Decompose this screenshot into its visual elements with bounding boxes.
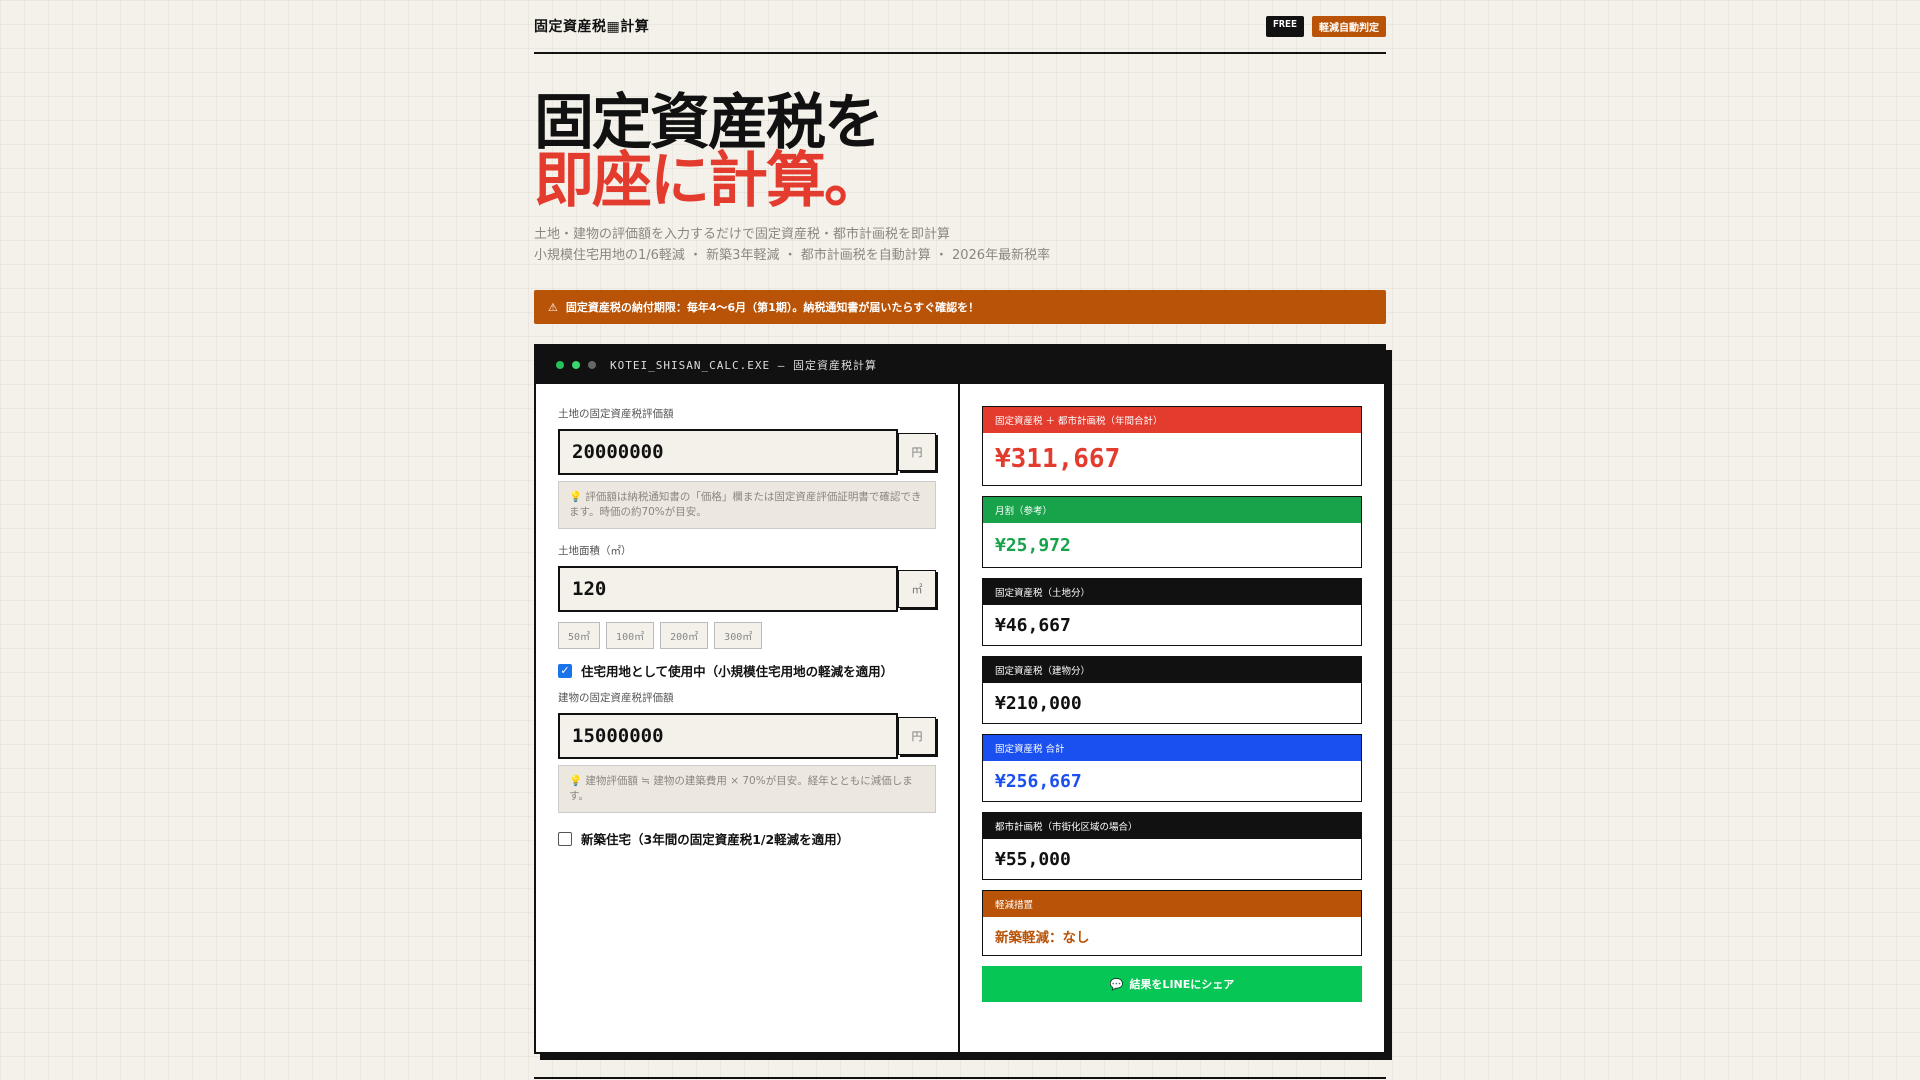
reduction-value: 新築軽減：なし xyxy=(995,930,1090,946)
building-value-label: 建物の固定資産税評価額 xyxy=(558,692,674,704)
chat-bubble-icon: 💬 xyxy=(1109,977,1124,991)
result-pane: 固定資産税 ＋ 都市計画税（年間合計） ¥311,667 月割（参考） ¥25,… xyxy=(960,384,1384,1052)
property-tax-total-card: 固定資産税 合計 ¥256,667 xyxy=(982,734,1362,802)
window-titlebar: KOTEI_SHISAN_CALC.EXE — 固定資産税計算 xyxy=(536,346,1384,384)
window-panes: 土地の固定資産税評価額 20000000 円 💡 評価額は納税通知書の「価格」欄… xyxy=(536,384,1384,1052)
land-value-input[interactable]: 20000000 xyxy=(558,429,898,475)
land-area-input[interactable]: 120 xyxy=(558,566,898,612)
new-build-label: 新築住宅（3年間の固定資産税1/2軽減を適用） xyxy=(581,832,850,847)
total-card: 固定資産税 ＋ 都市計画税（年間合計） ¥311,667 xyxy=(982,406,1362,486)
building-tax-label: 固定資産税（建物分） xyxy=(983,657,1361,683)
preset-200-button[interactable]: 200㎡ xyxy=(660,622,709,649)
monthly-label: 月割（参考） xyxy=(983,497,1361,523)
residential-checkbox-row[interactable]: ✓ 住宅用地として使用中（小規模住宅用地の軽減を適用） xyxy=(558,661,936,680)
subtitle-line-1: 土地・建物の評価額を入力するだけで固定資産税・都市計画税を即計算 xyxy=(534,227,951,242)
residential-label: 住宅用地として使用中（小規模住宅用地の軽減を適用） xyxy=(581,664,894,679)
land-area-row: 120 ㎡ xyxy=(558,566,936,612)
preset-50-button[interactable]: 50㎡ xyxy=(558,622,601,649)
window-title: KOTEI_SHISAN_CALC.EXE — 固定資産税計算 xyxy=(610,359,877,372)
window-dot-icon xyxy=(588,361,596,369)
share-line-button[interactable]: 💬 結果をLINEにシェア xyxy=(982,966,1362,1002)
property-tax-total-label: 固定資産税 合計 xyxy=(983,735,1361,761)
land-tax-value: ¥46,667 xyxy=(995,614,1071,636)
building-tax-value: ¥210,000 xyxy=(995,692,1082,714)
monthly-card: 月割（参考） ¥25,972 xyxy=(982,496,1362,568)
free-badge: FREE xyxy=(1265,15,1304,37)
title-line-1: 固定資産税を xyxy=(534,88,884,158)
land-area-label: 土地面積（㎡） xyxy=(558,545,632,557)
building-value-unit: 円 xyxy=(898,717,936,755)
reduction-label: 軽減措置 xyxy=(983,891,1361,917)
reduction-card: 軽減措置 新築軽減：なし xyxy=(982,890,1362,956)
input-pane: 土地の固定資産税評価額 20000000 円 💡 評価額は納税通知書の「価格」欄… xyxy=(536,384,960,1052)
warning-icon: ⚠ xyxy=(548,300,558,314)
window-dot-icon xyxy=(572,361,580,369)
building-value-hint: 💡 建物評価額 ≒ 建物の建築費用 × 70%が目安。経年とともに減価します。 xyxy=(558,765,936,813)
land-value-hint: 💡 評価額は納税通知書の「価格」欄または固定資産評価証明書で確認できます。時価の… xyxy=(558,481,936,529)
hero-subtitle: 土地・建物の評価額を入力するだけで固定資産税・都市計画税を即計算 小規模住宅用地… xyxy=(534,224,1386,266)
header-badges: FREE 軽減自動判定 xyxy=(1265,15,1386,37)
city-tax-value: ¥55,000 xyxy=(995,848,1071,870)
bottom-divider xyxy=(534,1077,1386,1079)
new-build-checkbox-row[interactable]: 新築住宅（3年間の固定資産税1/2軽減を適用） xyxy=(558,829,936,848)
land-area-unit: ㎡ xyxy=(898,570,936,608)
building-tax-card: 固定資産税（建物分） ¥210,000 xyxy=(982,656,1362,724)
land-value-label: 土地の固定資産税評価額 xyxy=(558,408,674,420)
total-value: ¥311,667 xyxy=(995,444,1121,474)
monthly-value: ¥25,972 xyxy=(995,534,1071,556)
brand-title: 固定資産税▦計算 xyxy=(534,19,650,35)
building-value-row: 15000000 円 xyxy=(558,713,936,759)
page-title: 固定資産税を 即座に計算。 xyxy=(534,88,1386,216)
property-tax-total-value: ¥256,667 xyxy=(995,770,1082,792)
land-value-row: 20000000 円 xyxy=(558,429,936,475)
new-build-checkbox[interactable] xyxy=(558,831,572,846)
land-tax-card: 固定資産税（土地分） ¥46,667 xyxy=(982,578,1362,646)
preset-300-button[interactable]: 300㎡ xyxy=(714,622,763,649)
preset-100-button[interactable]: 100㎡ xyxy=(606,622,655,649)
residential-checkbox[interactable]: ✓ xyxy=(558,663,572,678)
area-presets: 50㎡ 100㎡ 200㎡ 300㎡ xyxy=(558,622,936,649)
total-label: 固定資産税 ＋ 都市計画税（年間合計） xyxy=(983,407,1361,433)
notice-text: 固定資産税の納付期限：毎年4〜6月（第1期）。納税通知書が届いたらすぐ確認を！ xyxy=(565,301,980,314)
share-line-label: 結果をLINEにシェア xyxy=(1129,978,1235,991)
calculator-window: KOTEI_SHISAN_CALC.EXE — 固定資産税計算 土地の固定資産税… xyxy=(534,344,1392,1060)
city-tax-label: 都市計画税（市街化区域の場合） xyxy=(983,813,1361,839)
page-container: 固定資産税▦計算 FREE 軽減自動判定 固定資産税を 即座に計算。 土地・建物… xyxy=(534,0,1392,1060)
top-bar: 固定資産税▦計算 FREE 軽減自動判定 xyxy=(534,0,1386,54)
title-line-2: 即座に計算。 xyxy=(534,146,884,216)
deadline-notice: ⚠ 固定資産税の納付期限：毎年4〜6月（第1期）。納税通知書が届いたらすぐ確認を… xyxy=(534,290,1386,324)
subtitle-line-2: 小規模住宅用地の1/6軽減 ・ 新築3年軽減 ・ 都市計画税を自動計算 ・ 20… xyxy=(534,248,1051,263)
land-tax-label: 固定資産税（土地分） xyxy=(983,579,1361,605)
window-frame: KOTEI_SHISAN_CALC.EXE — 固定資産税計算 土地の固定資産税… xyxy=(534,344,1386,1054)
building-value-input[interactable]: 15000000 xyxy=(558,713,898,759)
land-value-unit: 円 xyxy=(898,433,936,471)
window-dot-icon xyxy=(556,361,564,369)
auto-reduction-badge: 軽減自動判定 xyxy=(1312,15,1386,37)
hero: 固定資産税を 即座に計算。 土地・建物の評価額を入力するだけで固定資産税・都市計… xyxy=(534,88,1386,266)
city-tax-card: 都市計画税（市街化区域の場合） ¥55,000 xyxy=(982,812,1362,880)
